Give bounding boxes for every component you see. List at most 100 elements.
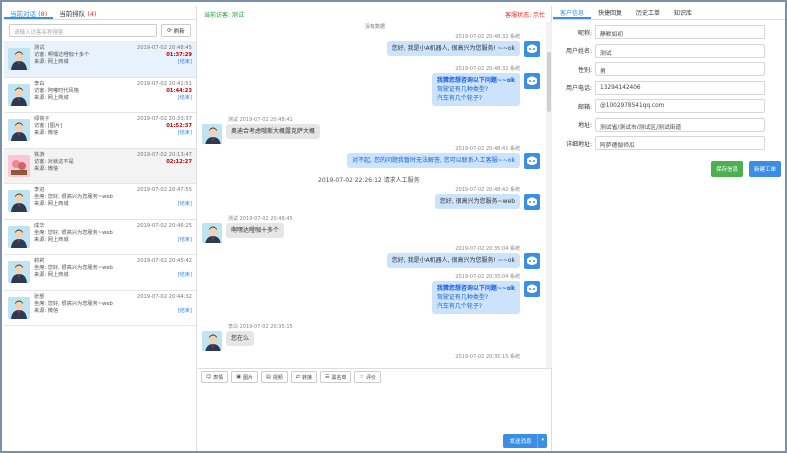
save-info-button[interactable]: 保存信息	[711, 161, 744, 177]
end-conversation-link[interactable]: [结束]	[178, 59, 192, 66]
robot-avatar-icon	[524, 73, 540, 89]
refresh-button[interactable]: ⟳ 刷新	[161, 24, 191, 37]
new-ticket-button[interactable]: 新建工单	[749, 161, 782, 177]
conversation-item[interactable]: 成华 2019-07-02 20:46:25 坐席: 您好, 很高兴为您服务~web…	[4, 220, 196, 255]
form-row: 用户姓名: 测试	[553, 42, 785, 61]
message-meta: 2019-07-02 20:35:04 系统	[455, 274, 520, 280]
message-bubble: 我猜您想咨询以下问题~~ok 驾驶证有几种类型? 汽车有几个轮子?	[431, 73, 520, 106]
field-label: 用户姓名:	[565, 48, 592, 56]
video-icon: ▤	[265, 374, 271, 380]
field-label: 地址:	[577, 122, 592, 130]
tab-quick-reply[interactable]: 快捷回复	[591, 6, 629, 19]
refresh-icon: ⟳	[167, 27, 172, 34]
refresh-label: 刷新	[173, 28, 185, 35]
visitor-avatar	[8, 190, 30, 212]
chat-scrollbar[interactable]	[546, 22, 552, 368]
field-input[interactable]: 阿萨德伽师瓜	[595, 136, 765, 151]
field-input[interactable]: 静默如初	[595, 25, 765, 40]
end-conversation-link[interactable]: [结束]	[178, 95, 192, 102]
wait-timer: 01:52:37	[166, 123, 192, 129]
form-row: 用户电话: 13294142406	[553, 79, 785, 98]
customer-tabs: 客户信息 快捷回复 历史工单 知识库	[553, 6, 785, 20]
last-message: 坐席: 您好, 很高兴为您服务~web	[34, 229, 113, 236]
video-button[interactable]: ▤ 视频	[260, 371, 288, 383]
conversation-item[interactable]: 绿荷子 2019-07-02 20:33:37 访客: [图片] 01:52:37 来源…	[4, 113, 196, 149]
visitor-avatar	[202, 331, 222, 351]
field-input[interactable]: 测试	[595, 43, 765, 58]
form-row: 昵称: 静默如初	[553, 23, 785, 42]
chat-toolbar: ☺ 表情 ▣ 图片 ▤ 视频 ⇄ 转接 ☰ 黑名单 ☆ 评价	[198, 368, 552, 384]
last-message: 坐席: 您好, 很高兴为您服务~web	[34, 194, 113, 200]
field-label: 用户电话:	[565, 85, 592, 93]
conversation-item[interactable]: 张部 2019-07-02 20:44:32 坐席: 您好, 很高兴为您服务~web…	[4, 291, 196, 326]
visitor-avatar	[8, 83, 30, 106]
search-input[interactable]: 请输入访客名称搜索	[9, 24, 157, 37]
message-outgoing: 2019-07-02 20:48:32 系统 我猜您想咨询以下问题~~ok 驾驶证…	[431, 66, 540, 106]
visitor-name: 莉莉	[34, 258, 45, 264]
field-input[interactable]: @1002978541qq.com	[595, 99, 765, 114]
visitor-avatar	[8, 225, 30, 248]
conversation-item[interactable]: 李白 2019-07-02 20:41:51 访客: 阿嘟时代风格 01:44:23 来…	[4, 78, 196, 113]
tab-knowledge-base[interactable]: 知识库	[667, 6, 699, 19]
send-button[interactable]: 发送消息	[503, 434, 538, 448]
conversation-item[interactable]: 铁游 2019-07-02 20:13:47 访客: 对就这不是 02:12:27 来源…	[4, 148, 196, 184]
last-message: 坐席: 您好, 很高兴为您服务~web	[34, 265, 113, 271]
visitor-avatar	[8, 261, 30, 283]
rate-button[interactable]: ☆ 评价	[354, 371, 381, 383]
suggest-link[interactable]: 汽车有几个轮子?	[437, 95, 482, 102]
wait-timer: 02:12:27	[166, 158, 192, 165]
end-conversation-link[interactable]: [结束]	[178, 272, 192, 279]
end-conversation-link[interactable]: [结束]	[178, 237, 192, 244]
source-text: 来源: 网上商城	[34, 201, 69, 207]
end-conversation-link[interactable]: [结束]	[178, 130, 192, 137]
message-meta: 2019-07-02 20:48:32 系统	[455, 34, 520, 40]
suggest-link[interactable]: 驾驶证有几种类型?	[437, 294, 488, 301]
suggest-link[interactable]: 汽车有几个轮子?	[437, 303, 482, 310]
field-input[interactable]: 测试省/测试市/测试区/测试街道	[595, 117, 765, 132]
scrollbar-thumb[interactable]	[547, 52, 551, 112]
message-meta: 2019-07-02 20:48:32 系统	[455, 66, 520, 72]
field-label: 昵称:	[577, 29, 592, 37]
blacklist-button[interactable]: ☰ 黑名单	[319, 371, 352, 383]
customer-form: 昵称: 静默如初 用户姓名: 测试 性别: 男用户电话: 13294142406 邮箱: @10…	[553, 20, 785, 153]
conversation-time: 2019-07-02 20:41:51	[136, 80, 192, 87]
agent-status-label[interactable]: 客服状态: 示忙	[505, 10, 545, 19]
source-text: 来源: 网上商城	[34, 236, 69, 243]
emoji-icon: ☺	[206, 374, 212, 380]
tab-customer-info[interactable]: 客户信息	[553, 6, 592, 19]
search-row: 请输入访客名称搜索 ⟳ 刷新	[4, 20, 196, 42]
message-meta: 2019-07-02 20:48:41 系统	[455, 146, 520, 152]
end-conversation-link[interactable]: [结束]	[178, 201, 192, 208]
image-button[interactable]: ▣ 图片	[231, 371, 258, 383]
robot-avatar-icon	[524, 41, 540, 57]
send-options-dropdown[interactable]: ▾	[537, 434, 547, 448]
tab-current-conversations[interactable]: 当前对话 (8)	[4, 6, 54, 19]
tab-history-tickets[interactable]: 历史工单	[629, 6, 667, 19]
tab-current-queue[interactable]: 当前排队 (4)	[53, 6, 102, 19]
chat-history[interactable]: 没有数据 2019-07-02 20:48:32 系统 您好, 我是小A机器人,…	[198, 22, 552, 368]
message-bubble: 您在么	[226, 331, 255, 346]
conversation-list: 测试 2019-07-02 20:48:45 访客: 啊嘿达噔咖十多个 01:37:2…	[4, 42, 196, 326]
suggest-link[interactable]: 驾驶证有几种类型?	[437, 86, 488, 93]
conversation-item[interactable]: 李进 2019-07-02 20:47:55 坐席: 您好, 很高兴为您服务~web…	[4, 184, 196, 220]
message-bubble: 啊嘿达噔咖十多个	[226, 223, 285, 238]
transfer-button[interactable]: ⇄ 转接	[290, 371, 317, 383]
form-row: 邮箱: @1002978541qq.com	[553, 97, 785, 116]
no-data-text: 没有数据	[364, 24, 385, 30]
visitor-avatar	[8, 296, 30, 319]
message-bubble: 我猜您想咨询以下问题~~ok 驾驶证有几种类型? 汽车有几个轮子?	[431, 281, 520, 314]
conversation-time: 2019-07-02 20:47:55	[136, 187, 192, 193]
message-outgoing: 2019-07-02 20:35:15 系统	[455, 354, 540, 361]
message-outgoing: 2019-07-02 20:35:04 系统 我猜您想咨询以下问题~~ok 驾驶证…	[431, 274, 540, 314]
form-row: 性别: 男	[553, 60, 785, 79]
field-input[interactable]: 男	[595, 62, 765, 77]
field-input[interactable]: 13294142406	[595, 80, 765, 95]
conversation-item[interactable]: 测试 2019-07-02 20:48:45 访客: 啊嘿达噔咖十多个 01:37:2…	[4, 42, 196, 78]
wait-timer: 01:44:23	[166, 87, 192, 94]
source-text: 来源: 网上商城	[34, 59, 69, 65]
emoji-button[interactable]: ☺ 表情	[201, 371, 229, 383]
suggest-title: 我猜您想咨询以下问题~~ok	[436, 285, 515, 292]
end-conversation-link[interactable]: [结束]	[178, 308, 192, 315]
conversation-item[interactable]: 莉莉 2019-07-02 20:45:42 坐席: 您好, 很高兴为您服务~web…	[4, 255, 196, 291]
star-icon: ☆	[359, 374, 364, 380]
